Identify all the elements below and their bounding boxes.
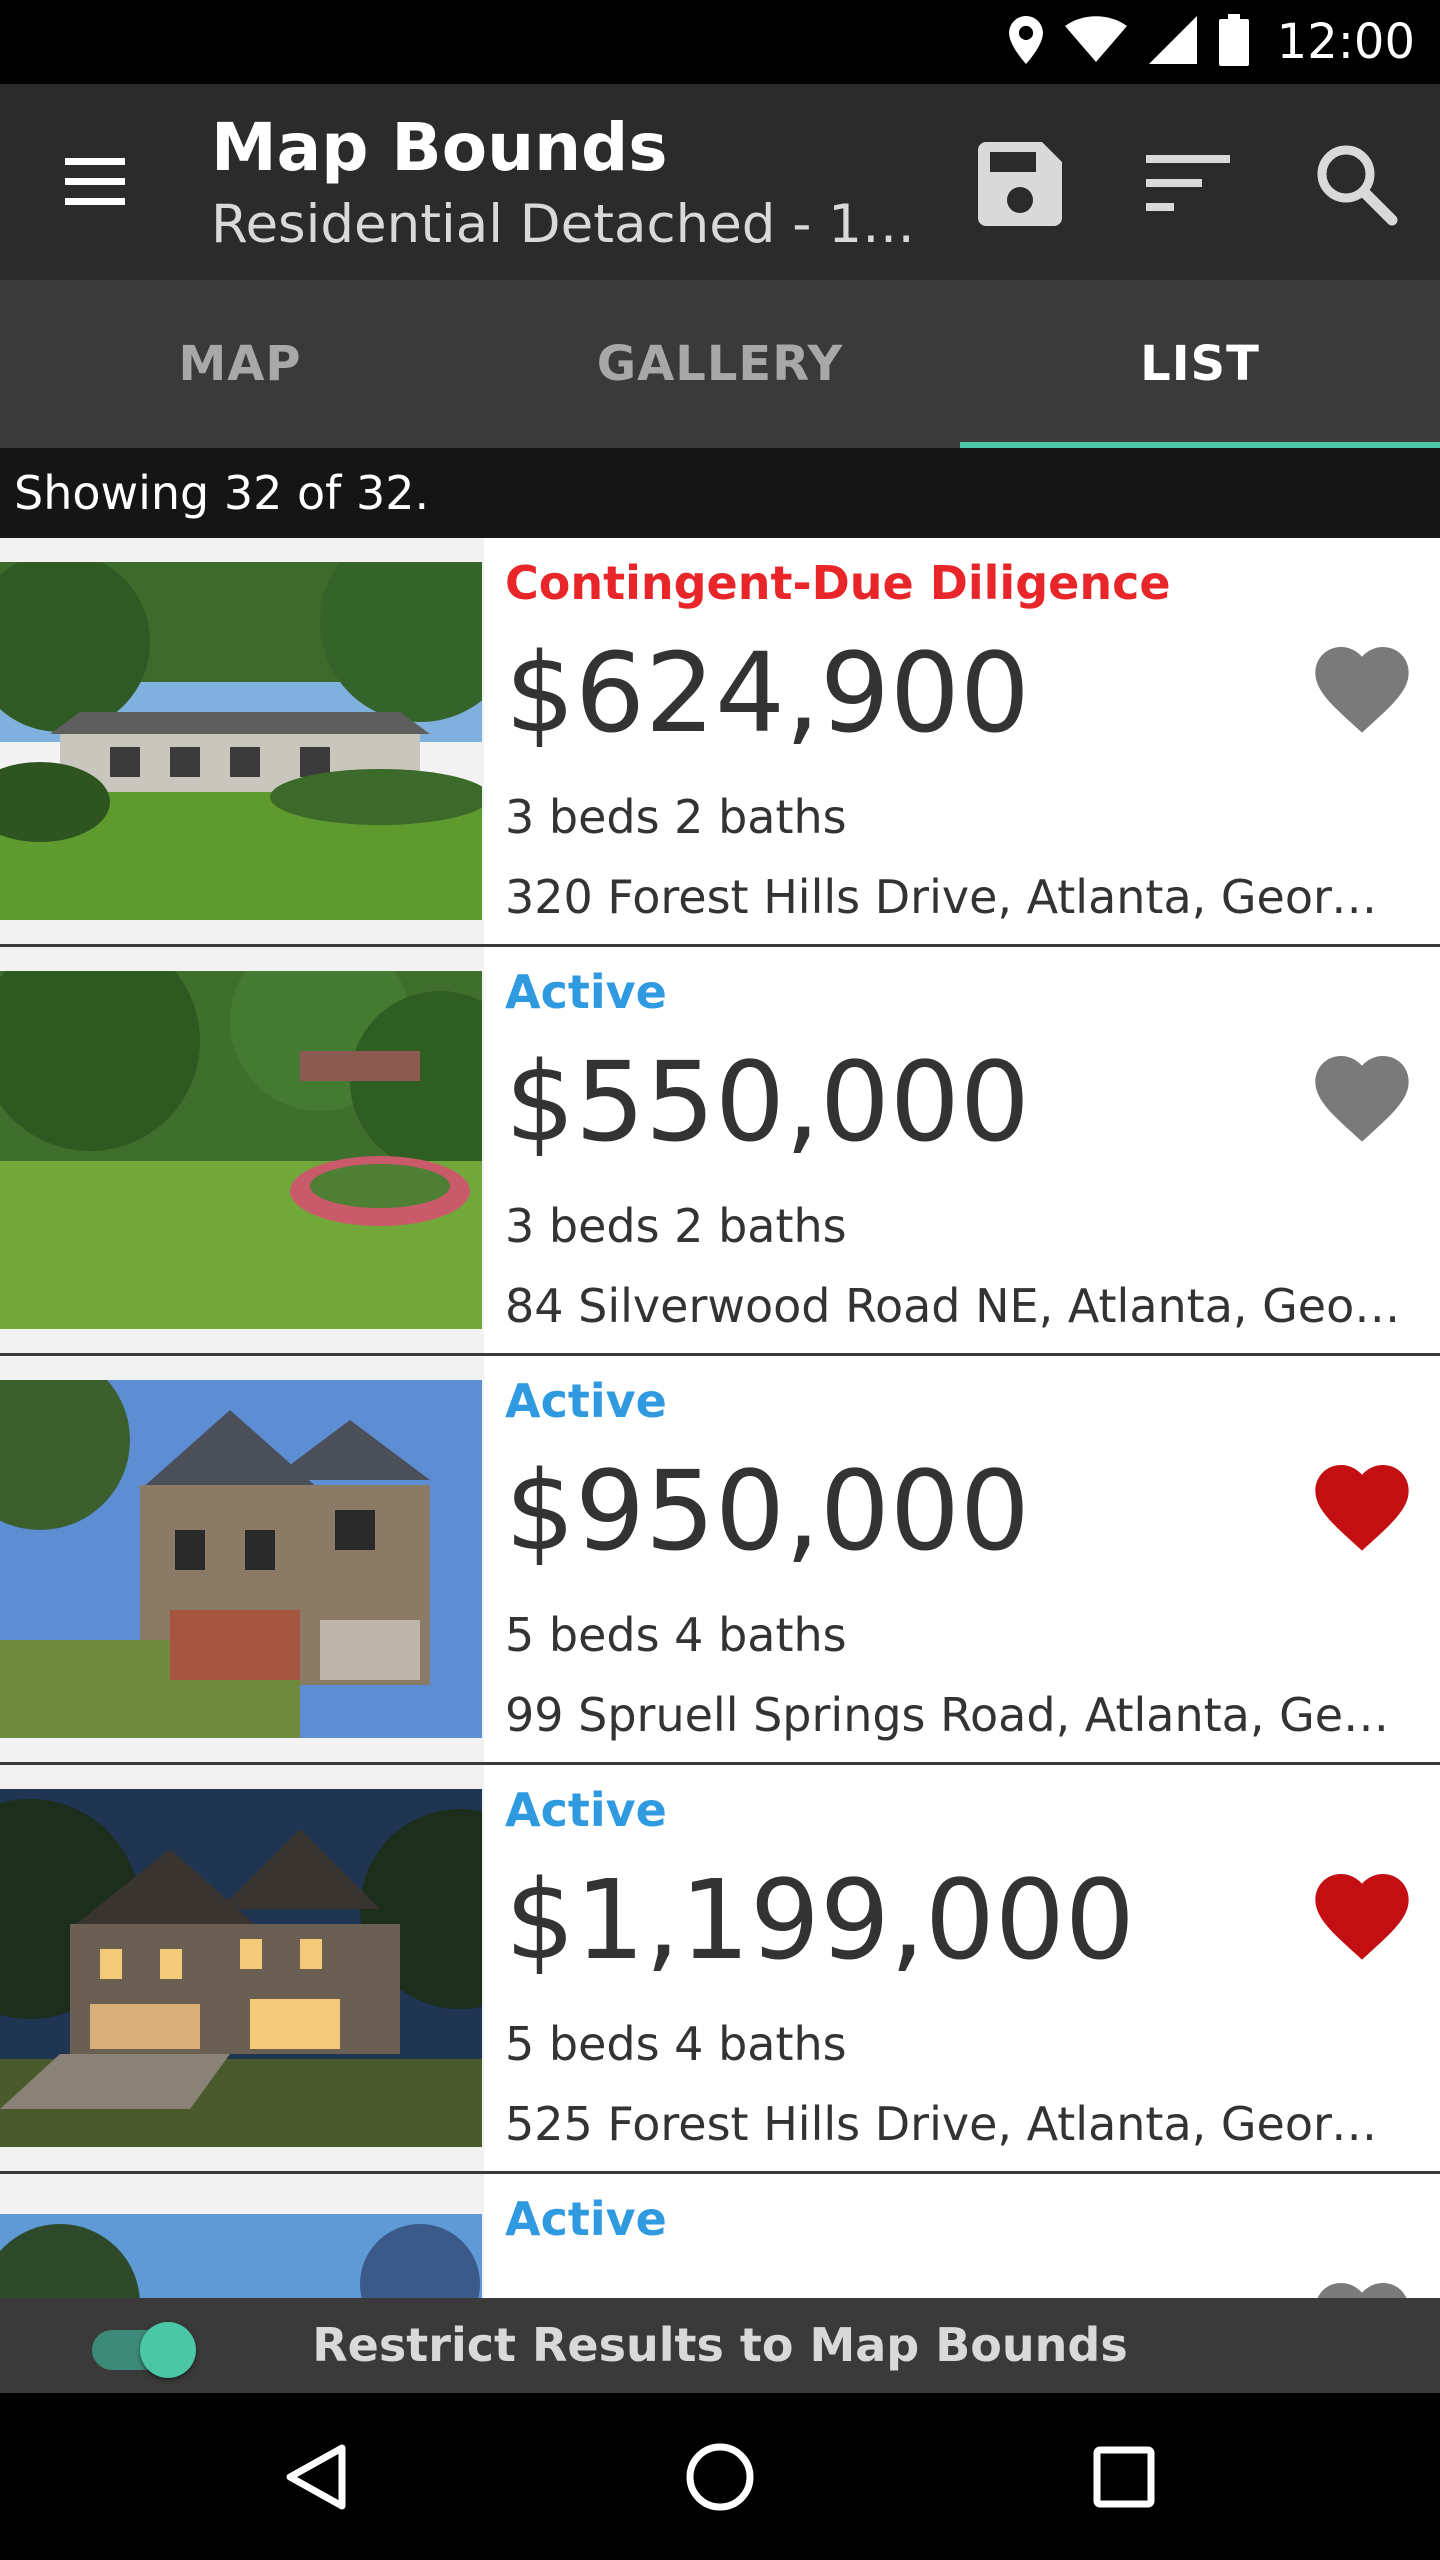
thumb-column [0, 947, 484, 1353]
listing-photo [0, 562, 482, 920]
thumb-column [0, 1765, 484, 2171]
home-icon[interactable] [672, 2429, 768, 2525]
toggle-knob [140, 2322, 196, 2378]
listing-address: 525 Forest Hills Drive, Atlanta, Georgia… [505, 2097, 1405, 2151]
listing-row[interactable]: Active $1,199,000 5 beds 4 baths 525 For… [0, 1765, 1440, 2174]
restrict-bar: Restrict Results to Map Bounds [0, 2298, 1440, 2393]
listing-price: $550,000 [505, 1038, 1030, 1166]
heart-icon[interactable] [1306, 1860, 1418, 1972]
recents-icon[interactable] [1076, 2429, 1172, 2525]
thumb-column [0, 2174, 484, 2298]
title-box: Map Bounds Residential Detached - 1 Fil.… [211, 106, 931, 260]
menu-icon[interactable] [60, 154, 130, 210]
listing-address: 320 Forest Hills Drive, Atlanta, Georgia… [505, 870, 1405, 924]
restrict-toggle[interactable] [92, 2322, 210, 2378]
signal-icon [1148, 16, 1197, 68]
tab-map[interactable]: MAP [0, 280, 480, 448]
status-bar: 12:00 [0, 0, 1440, 84]
clock: 12:00 [1276, 14, 1415, 70]
listing-address: 99 Spruell Springs Road, Atlanta, Georgi… [505, 1688, 1405, 1742]
page-title: Map Bounds [211, 109, 668, 186]
thumb-column [0, 1356, 484, 1762]
view-tabs: MAP GALLERY LIST [0, 280, 1440, 448]
page-subtitle: Residential Detached - 1 Fil... [211, 194, 931, 255]
listing-photo [0, 2214, 482, 2298]
battery-icon [1218, 14, 1249, 70]
sort-icon[interactable] [1140, 136, 1236, 232]
back-icon[interactable] [268, 2429, 364, 2525]
listing-photo [0, 971, 482, 1329]
listing-address: 84 Silverwood Road NE, Atlanta, Georgi..… [505, 1279, 1405, 1333]
thumb-column [0, 538, 484, 944]
listing-price: $624,900 [505, 629, 1030, 757]
results-count: Showing 32 of 32. [0, 448, 1440, 538]
restrict-label: Restrict Results to Map Bounds [312, 2318, 1128, 2372]
listing-status: Active [505, 1374, 667, 1428]
listing-beds-baths: 3 beds 2 baths [505, 790, 847, 844]
listing-beds-baths: 5 beds 4 baths [505, 1608, 847, 1662]
nav-bar [0, 2393, 1440, 2560]
search-icon[interactable] [1308, 136, 1404, 232]
listing-price: $950,000 [505, 1447, 1030, 1575]
listing-photo [0, 1380, 482, 1738]
heart-icon[interactable] [1306, 1042, 1418, 1154]
listing-price: $1,199,000 [505, 1856, 1135, 1984]
listing-status: Active [505, 1783, 667, 1837]
tab-list[interactable]: LIST [960, 280, 1440, 448]
listing-list[interactable]: Contingent-Due Diligence $624,900 3 beds… [0, 538, 1440, 2298]
wifi-icon [1064, 16, 1127, 68]
listing-beds-baths: 5 beds 4 baths [505, 2017, 847, 2071]
tab-gallery[interactable]: GALLERY [480, 280, 960, 448]
heart-icon[interactable] [1306, 633, 1418, 745]
app-bar: Map Bounds Residential Detached - 1 Fil.… [0, 84, 1440, 280]
location-icon [1008, 16, 1043, 68]
heart-icon[interactable] [1306, 1451, 1418, 1563]
listing-row[interactable]: Active $950,000 5 beds 4 baths 99 Spruel… [0, 1356, 1440, 1765]
heart-icon[interactable] [1306, 2269, 1418, 2298]
listing-row[interactable]: Active [0, 2174, 1440, 2298]
listing-status: Contingent-Due Diligence [505, 556, 1171, 610]
save-icon[interactable] [972, 136, 1068, 232]
listing-row[interactable]: Active $550,000 3 beds 2 baths 84 Silver… [0, 947, 1440, 1356]
listing-row[interactable]: Contingent-Due Diligence $624,900 3 beds… [0, 538, 1440, 947]
listing-photo [0, 1789, 482, 2147]
listing-beds-baths: 3 beds 2 baths [505, 1199, 847, 1253]
listing-status: Active [505, 2192, 667, 2246]
listing-status: Active [505, 965, 667, 1019]
